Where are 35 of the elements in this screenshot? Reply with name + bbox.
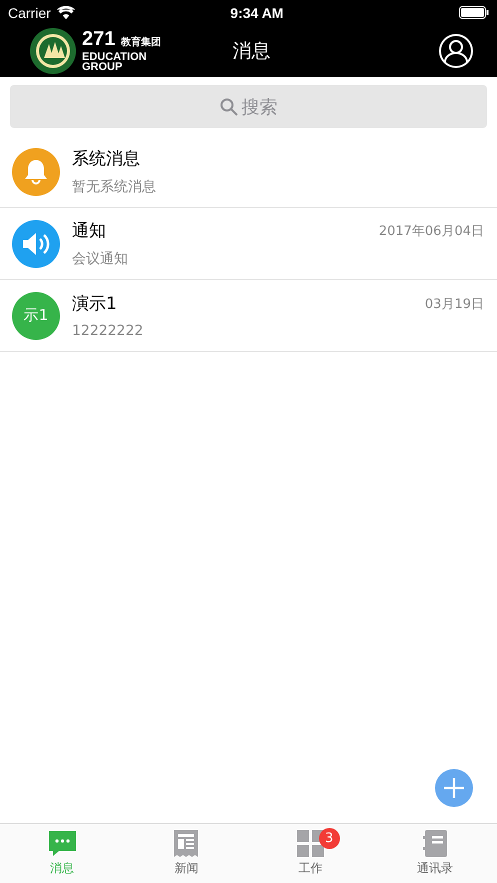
plus-icon bbox=[443, 777, 465, 799]
carrier-label: Carrier bbox=[8, 4, 51, 20]
chat-icon bbox=[48, 830, 76, 856]
message-row[interactable]: 通知 2017年06月04日 会议通知 bbox=[0, 208, 497, 280]
battery-icon bbox=[458, 6, 489, 19]
tree-emblem-icon bbox=[30, 28, 76, 74]
message-preview: 暂无系统消息 bbox=[72, 178, 156, 196]
message-row[interactable]: 系统消息 暂无系统消息 bbox=[0, 136, 497, 208]
search-icon bbox=[220, 98, 238, 116]
user-profile-icon[interactable] bbox=[439, 34, 473, 68]
count-badge: 3 bbox=[318, 828, 340, 849]
logo-number: 271 教育集团 bbox=[82, 30, 161, 52]
message-date: 03月19日 bbox=[424, 296, 484, 312]
newspaper-icon bbox=[174, 830, 198, 857]
tab-bar-item[interactable]: 工作 3 bbox=[248, 824, 373, 883]
logo-line: GROUP bbox=[82, 62, 124, 72]
message-preview: 会议通知 bbox=[72, 250, 128, 268]
page-title: 消息 bbox=[232, 39, 270, 64]
logo-line: EDUCATION bbox=[82, 52, 148, 62]
search-placeholder: 搜索 bbox=[242, 96, 278, 118]
notebook-icon bbox=[422, 830, 447, 857]
grid-icon bbox=[297, 830, 324, 857]
wifi-icon bbox=[56, 6, 75, 19]
message-date: 2017年06月04日 bbox=[378, 222, 484, 240]
message-preview: 12222222 bbox=[72, 323, 144, 339]
tab-bar-item[interactable]: 通讯录 bbox=[372, 824, 497, 883]
message-title: 演示1 bbox=[72, 293, 117, 315]
clock-time: 9:34 AM bbox=[230, 4, 284, 20]
message-title: 通知 bbox=[72, 220, 106, 242]
message-title: 系统消息 bbox=[72, 148, 140, 170]
avatar-initials: 示1 bbox=[24, 306, 48, 325]
message-row[interactable]: 示1 演示1 03月19日 12222222 bbox=[0, 280, 497, 352]
bell-icon bbox=[24, 158, 48, 184]
speaker-icon bbox=[22, 232, 50, 256]
tab-bar-item[interactable]: 新闻 bbox=[124, 824, 248, 883]
